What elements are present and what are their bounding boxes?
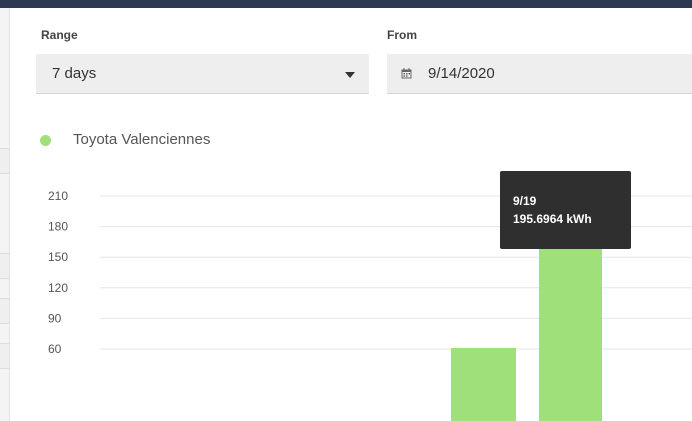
y-tick-label: 60 — [48, 342, 62, 356]
from-label: From — [387, 28, 417, 42]
calendar-icon[interactable] — [401, 68, 412, 79]
y-tick-label: 210 — [48, 189, 68, 203]
from-date-value: 9/14/2020 — [428, 65, 495, 82]
legend-swatch — [40, 135, 51, 146]
chevron-down-icon[interactable] — [345, 72, 355, 78]
y-tick-label: 90 — [48, 311, 62, 325]
y-tick-label: 150 — [48, 250, 68, 264]
bar-9-19[interactable] — [539, 226, 602, 421]
range-select-value: 7 days — [52, 65, 97, 82]
range-select[interactable]: 7 days — [36, 54, 369, 94]
legend-label: Toyota Valenciennes — [73, 131, 211, 148]
y-tick-label: 120 — [48, 281, 68, 295]
from-date-field[interactable]: 9/14/2020 — [387, 54, 692, 94]
y-tick-label: 180 — [48, 220, 68, 234]
tooltip-value: 195.6964 kWh — [513, 212, 592, 226]
tooltip-date: 9/19 — [513, 194, 537, 208]
chart-tooltip: 9/19 195.6964 kWh — [500, 171, 631, 249]
range-label: Range — [41, 28, 78, 42]
top-app-bar — [0, 0, 692, 8]
bar-9-18[interactable] — [451, 347, 516, 421]
